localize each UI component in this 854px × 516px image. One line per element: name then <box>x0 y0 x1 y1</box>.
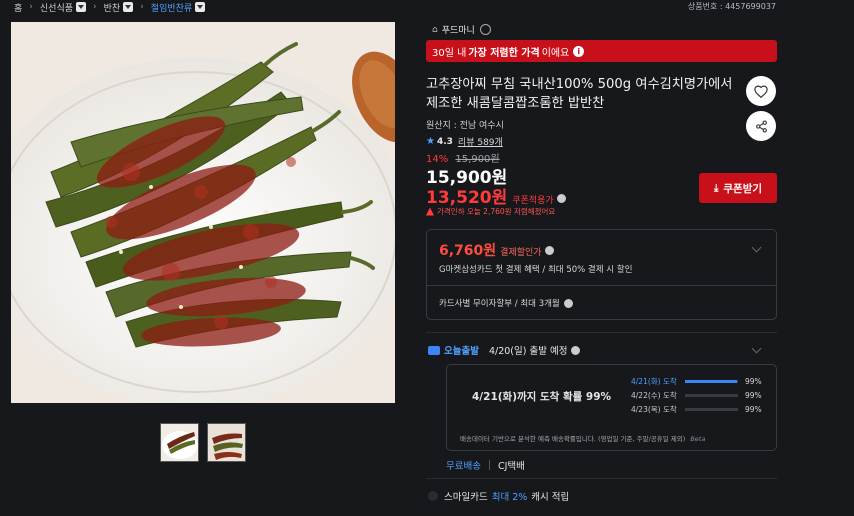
seller-name[interactable]: ⌂ 푸드마니 <box>432 23 491 36</box>
info-icon[interactable] <box>571 345 581 355</box>
crumb-home[interactable]: 홈 <box>14 1 22 14</box>
chevron-right-icon: › <box>93 2 97 12</box>
star-icon: ★ <box>426 136 435 147</box>
thumbnail-1[interactable] <box>160 423 199 462</box>
coupon-price-label: 쿠폰적용가 <box>512 196 554 206</box>
chevron-right-icon: › <box>29 2 33 12</box>
arrival-row: 4/23(목) 도착 99% <box>631 405 762 414</box>
arrival-row: 4/21(화) 도착 99% <box>631 377 762 386</box>
smile-card-icon <box>428 491 438 501</box>
download-icon: ⤓ <box>713 182 719 194</box>
dropdown-icon[interactable] <box>123 2 134 12</box>
divider <box>427 285 776 286</box>
divider <box>426 478 777 479</box>
coupon-price: 13,520원 쿠폰적용가 <box>426 183 566 208</box>
smile-card-cashback: 스마일카드 최대 2% 캐시 적립 <box>428 489 569 503</box>
dispatch-date: 4/20(일) 출발 예정 <box>488 346 568 357</box>
origin-info: 원산지 : 전남 여수시 <box>426 121 504 131</box>
card-discount-price: 6,760원 결제할인가 <box>439 240 554 260</box>
info-icon[interactable] <box>556 194 566 203</box>
share-icon <box>755 120 767 132</box>
wishlist-button[interactable] <box>746 76 776 106</box>
delivery-note: 배송데이터 기반으로 분석한 예측 배송확률입니다. (영업일 기준, 주말/공… <box>460 435 706 443</box>
truck-icon <box>428 345 440 355</box>
probability-bar <box>685 380 738 383</box>
probability-bar <box>685 394 738 397</box>
today-dispatch-label: 오늘출발 <box>444 346 479 357</box>
info-icon[interactable] <box>563 298 573 308</box>
crumb-side-dish[interactable]: 반찬 <box>104 1 121 14</box>
product-main-image[interactable] <box>11 22 395 403</box>
info-icon[interactable]: i <box>573 45 585 57</box>
dropdown-icon[interactable] <box>76 2 87 12</box>
thumbnail-2[interactable] <box>207 423 246 462</box>
divider <box>488 460 490 470</box>
heart-icon <box>754 85 768 98</box>
arrival-row: 4/22(수) 도착 99% <box>631 391 762 400</box>
home-icon: ⌂ <box>432 24 438 35</box>
courier-name: CJ택배 <box>497 461 525 472</box>
chevron-down-icon[interactable] <box>751 343 762 354</box>
price-drop-note: 가격인하 오늘 2,760원 저렴해졌어요 <box>426 206 555 217</box>
card-benefit-desc: G마켓삼성카드 첫 결제 혜택 / 최대 50% 결제 시 할인 <box>439 265 633 275</box>
shipping-header: 오늘출발 4/20(일) 출발 예정 <box>428 343 581 357</box>
shipping-method: 무료배송 CJ택배 <box>446 458 525 472</box>
crumb-pickled[interactable]: 절임반찬류 <box>151 1 192 14</box>
info-icon[interactable] <box>544 246 554 255</box>
dropdown-icon[interactable] <box>195 2 206 12</box>
lowest-price-banner: 30일 내 가장 저렴한 가격 이에요 i <box>426 40 777 62</box>
free-shipping-label: 무료배송 <box>446 461 481 472</box>
review-link[interactable]: 리뷰 589개 <box>458 135 503 148</box>
thumbnail-image <box>208 424 245 461</box>
rating: ★ 4.3 리뷰 589개 <box>426 135 503 148</box>
product-number: 상품번호 : 4457699037 <box>687 2 776 11</box>
crumb-fresh-food[interactable]: 신선식품 <box>40 1 73 14</box>
info-icon[interactable] <box>479 24 491 35</box>
product-title: 고추장아찌 무침 국내산100% 500g 여수김치명가에서 제조한 새콤달콤짭… <box>426 77 733 111</box>
coupon-price-value: 13,520원 <box>426 188 508 208</box>
get-coupon-button[interactable]: ⤓ 쿠폰받기 <box>699 173 777 203</box>
thumbnail-image <box>161 424 198 461</box>
arrow-down-icon <box>426 207 434 216</box>
installment-info: 카드사별 무이자할부 / 최대 3개월 <box>439 297 573 309</box>
share-button[interactable] <box>746 111 776 141</box>
divider <box>426 332 777 333</box>
pepper-dish-image <box>11 22 395 403</box>
breadcrumb: 홈 › 신선식품 › 반찬 › 절임반찬류 <box>14 0 206 14</box>
rating-score: 4.3 <box>436 136 453 147</box>
probability-bar <box>685 408 738 411</box>
arrival-probability: 4/21(화)까지 도착 확률 99% <box>472 391 612 403</box>
chevron-right-icon: › <box>140 2 144 12</box>
